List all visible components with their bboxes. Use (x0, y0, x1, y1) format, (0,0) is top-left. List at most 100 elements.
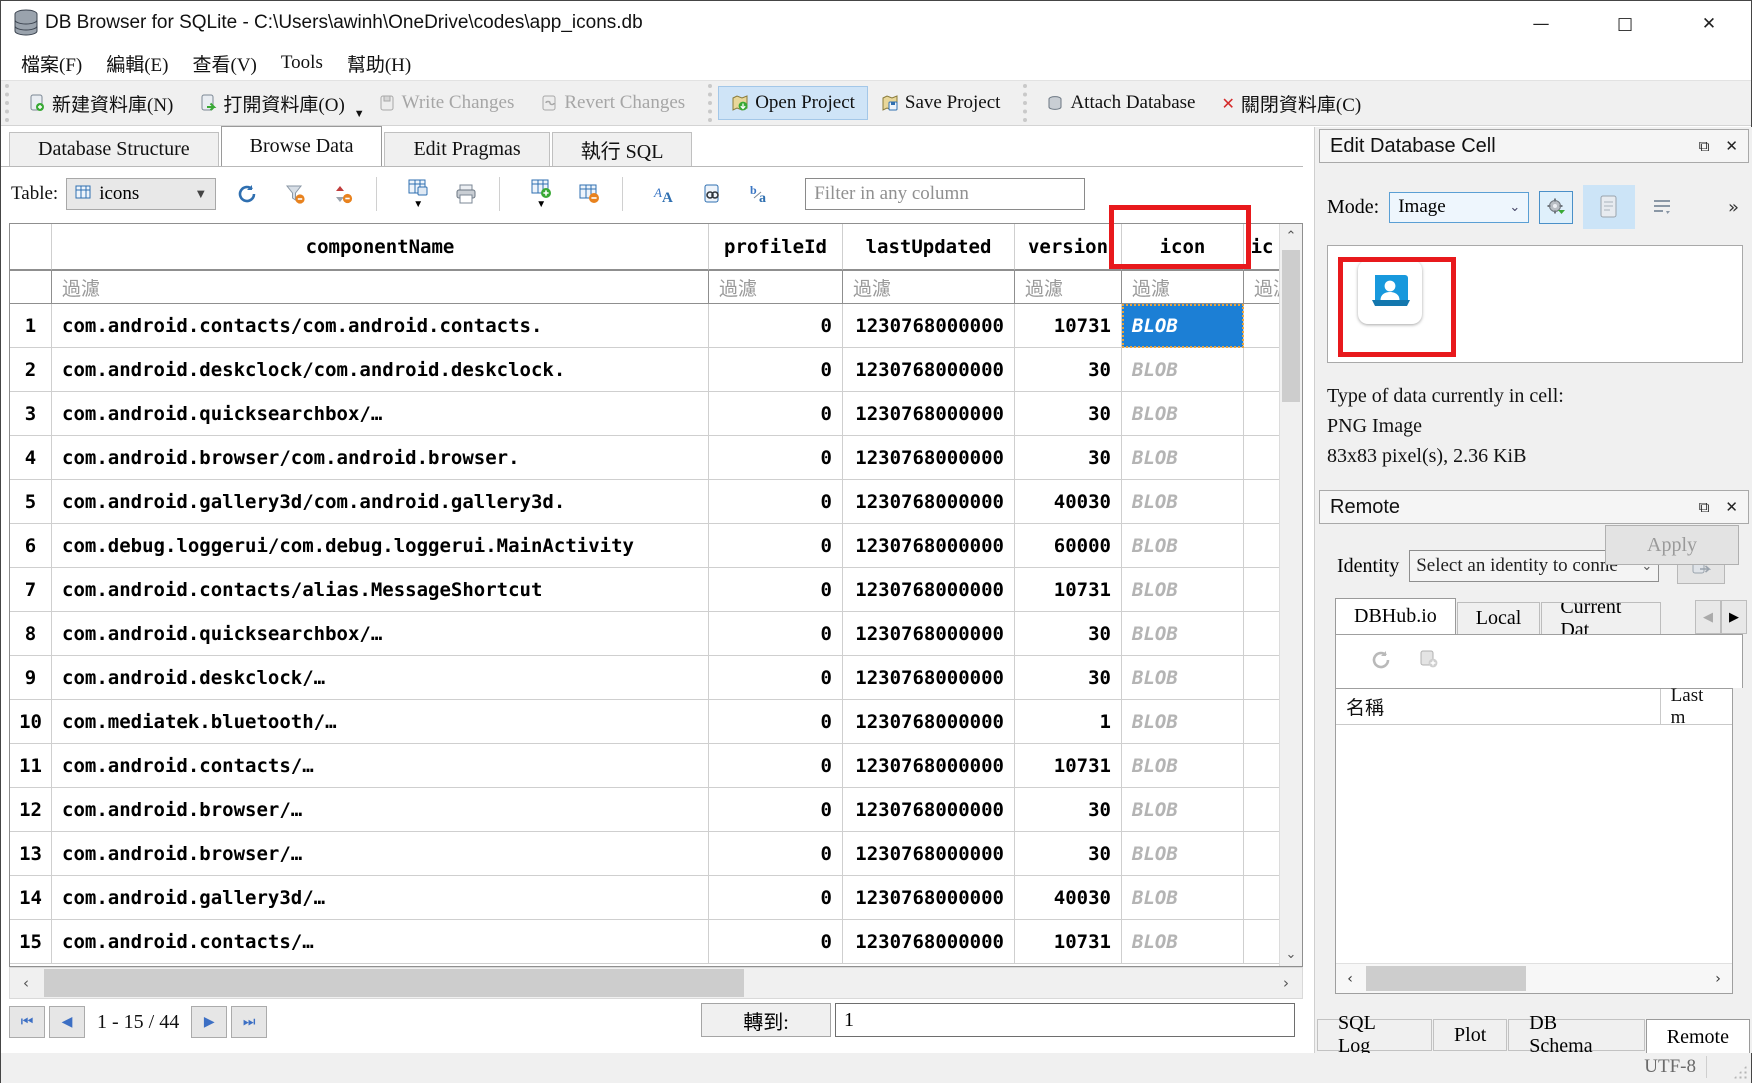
filter-componentName[interactable]: 過濾 (52, 270, 709, 304)
cell-componentName[interactable]: com.android.deskclock/… (52, 656, 709, 700)
cell-version[interactable]: 30 (1015, 436, 1122, 480)
cell-version[interactable]: 10731 (1015, 920, 1122, 964)
close-panel-icon[interactable]: ✕ (1725, 498, 1738, 516)
cell-icon-blob[interactable]: BLOB (1122, 436, 1244, 480)
filter-profileId[interactable]: 過濾 (709, 270, 843, 304)
cell-version[interactable]: 40030 (1015, 876, 1122, 920)
cell-version[interactable]: 30 (1015, 392, 1122, 436)
insert-record-button[interactable]: ▼ (524, 177, 558, 211)
close-database-button[interactable]: ✕ 關閉資料庫(C) (1208, 84, 1374, 123)
table-row[interactable]: 9 com.android.deskclock/… 0 123076800000… (10, 656, 1280, 700)
cell-version[interactable]: 10731 (1015, 568, 1122, 612)
clear-filters-button[interactable] (278, 177, 312, 211)
cell-icon-blob[interactable]: BLOB (1122, 920, 1244, 964)
cell-componentName[interactable]: com.android.browser/com.android.browser. (52, 436, 709, 480)
table-row[interactable]: 8 com.android.quicksearchbox/… 0 1230768… (10, 612, 1280, 656)
cell-componentName[interactable]: com.android.quicksearchbox/… (52, 392, 709, 436)
menu-edit[interactable]: 編輯(E) (94, 47, 180, 80)
minimize-button[interactable]: — (1499, 1, 1583, 46)
export-table-button[interactable]: ▼ (401, 177, 435, 211)
col-profileId[interactable]: profileId (709, 224, 843, 270)
cell-icon-blob[interactable]: BLOB (1122, 744, 1244, 788)
cell-componentName[interactable]: com.debug.loggerui/com.debug.loggerui.Ma… (52, 524, 709, 568)
more-tools-chevron[interactable]: » (1728, 197, 1745, 218)
cell-lastUpdated[interactable]: 1230768000000 (843, 304, 1015, 348)
menu-file[interactable]: 檔案(F) (9, 47, 94, 80)
cell-icon-blob[interactable]: BLOB (1122, 348, 1244, 392)
menu-tools[interactable]: Tools (269, 49, 335, 77)
cell-lastUpdated[interactable]: 1230768000000 (843, 876, 1015, 920)
table-row[interactable]: 12 com.android.browser/… 0 1230768000000… (10, 788, 1280, 832)
cell-version[interactable]: 40030 (1015, 480, 1122, 524)
cell-icon-blob[interactable]: BLOB (1122, 480, 1244, 524)
col-lastUpdated[interactable]: lastUpdated (843, 224, 1015, 270)
clear-sorting-button[interactable] (326, 177, 360, 211)
cell-icon-blob[interactable]: BLOB (1122, 524, 1244, 568)
cell-version[interactable]: 30 (1015, 656, 1122, 700)
table-row[interactable]: 3 com.android.quicksearchbox/… 0 1230768… (10, 392, 1280, 436)
filter-icon[interactable]: 過濾 (1122, 270, 1244, 304)
float-panel-icon[interactable]: ⧉ (1699, 137, 1710, 155)
dock-splitter[interactable] (1303, 127, 1314, 1053)
cell-profileId[interactable]: 0 (709, 656, 843, 700)
table-row[interactable]: 6 com.debug.loggerui/com.debug.loggerui.… (10, 524, 1280, 568)
cell-componentName[interactable]: com.android.quicksearchbox/… (52, 612, 709, 656)
tab-remote[interactable]: Remote (1646, 1019, 1750, 1055)
goto-input[interactable] (835, 1003, 1295, 1037)
filter-lastUpdated[interactable]: 過濾 (843, 270, 1015, 304)
cell-componentName[interactable]: com.mediatek.bluetooth/… (52, 700, 709, 744)
cell-componentName[interactable]: com.android.contacts/… (52, 920, 709, 964)
menu-help[interactable]: 幫助(H) (335, 47, 423, 80)
remote-refresh-icon[interactable] (1370, 649, 1392, 676)
cell-lastUpdated[interactable]: 1230768000000 (843, 392, 1015, 436)
cell-lastUpdated[interactable]: 1230768000000 (843, 656, 1015, 700)
encoding-indicator[interactable]: UTF-8 (1644, 1056, 1707, 1078)
cell-componentName[interactable]: com.android.deskclock/com.android.deskcl… (52, 348, 709, 392)
table-row[interactable]: 5 com.android.gallery3d/com.android.gall… (10, 480, 1280, 524)
table-row[interactable]: 4 com.android.browser/com.android.browse… (10, 436, 1280, 480)
scroll-right-icon[interactable]: › (1270, 968, 1302, 998)
cell-profileId[interactable]: 0 (709, 744, 843, 788)
tab-edit-pragmas[interactable]: Edit Pragmas (384, 132, 549, 166)
write-changes-button[interactable]: Write Changes (365, 86, 528, 120)
scroll-left-icon[interactable]: ‹ (1336, 964, 1364, 993)
scroll-up-icon[interactable]: ⌃ (1280, 224, 1302, 248)
open-database-button[interactable]: 打開資料庫(O) (186, 84, 357, 123)
open-database-dropdown-caret[interactable]: ▼ (354, 108, 365, 122)
horizontal-scrollbar[interactable]: ‹ › (9, 967, 1303, 999)
tab-scroll-right-icon[interactable]: ▶ (1721, 600, 1747, 634)
cell-version[interactable]: 30 (1015, 788, 1122, 832)
word-wrap-button[interactable] (1645, 191, 1679, 224)
cell-profileId[interactable]: 0 (709, 348, 843, 392)
remote-scrollbar-thumb[interactable] (1366, 966, 1526, 991)
cell-lastUpdated[interactable]: 1230768000000 (843, 920, 1015, 964)
apply-button[interactable]: Apply (1605, 525, 1739, 565)
cell-version[interactable]: 1 (1015, 700, 1122, 744)
horizontal-scrollbar-thumb[interactable] (44, 969, 744, 997)
table-row[interactable]: 11 com.android.contacts/… 0 123076800000… (10, 744, 1280, 788)
replace-button[interactable]: ba (743, 177, 777, 211)
first-page-button[interactable]: ⏮ (9, 1006, 45, 1038)
cell-icon-blob[interactable]: BLOB (1122, 304, 1244, 348)
cell-icon-blob[interactable]: BLOB (1122, 656, 1244, 700)
cell-lastUpdated[interactable]: 1230768000000 (843, 568, 1015, 612)
col-componentName[interactable]: componentName (52, 224, 709, 270)
table-row[interactable]: 7 com.android.contacts/alias.MessageShor… (10, 568, 1280, 612)
previous-page-button[interactable]: ◀ (49, 1006, 85, 1038)
cell-componentName[interactable]: com.android.contacts/com.android.contact… (52, 304, 709, 348)
mode-select[interactable]: Image ⌄ (1389, 192, 1529, 223)
cell-componentName[interactable]: com.android.contacts/… (52, 744, 709, 788)
table-row[interactable]: 14 com.android.gallery3d/… 0 12307680000… (10, 876, 1280, 920)
scroll-down-icon[interactable]: ⌄ (1280, 942, 1302, 966)
save-project-button[interactable]: Save Project (868, 86, 1014, 120)
remote-horizontal-scrollbar[interactable]: ‹ › (1336, 963, 1732, 993)
table-row[interactable]: 13 com.android.browser/… 0 1230768000000… (10, 832, 1280, 876)
vertical-scrollbar[interactable]: ⌃ ⌄ (1279, 224, 1302, 966)
cell-icon-blob[interactable]: BLOB (1122, 700, 1244, 744)
cell-icon-blob[interactable]: BLOB (1122, 568, 1244, 612)
vertical-scrollbar-thumb[interactable] (1282, 250, 1300, 402)
cell-profileId[interactable]: 0 (709, 920, 843, 964)
cell-componentName[interactable]: com.android.browser/… (52, 832, 709, 876)
cell-lastUpdated[interactable]: 1230768000000 (843, 524, 1015, 568)
table-row[interactable]: 15 com.android.contacts/… 0 123076800000… (10, 920, 1280, 964)
